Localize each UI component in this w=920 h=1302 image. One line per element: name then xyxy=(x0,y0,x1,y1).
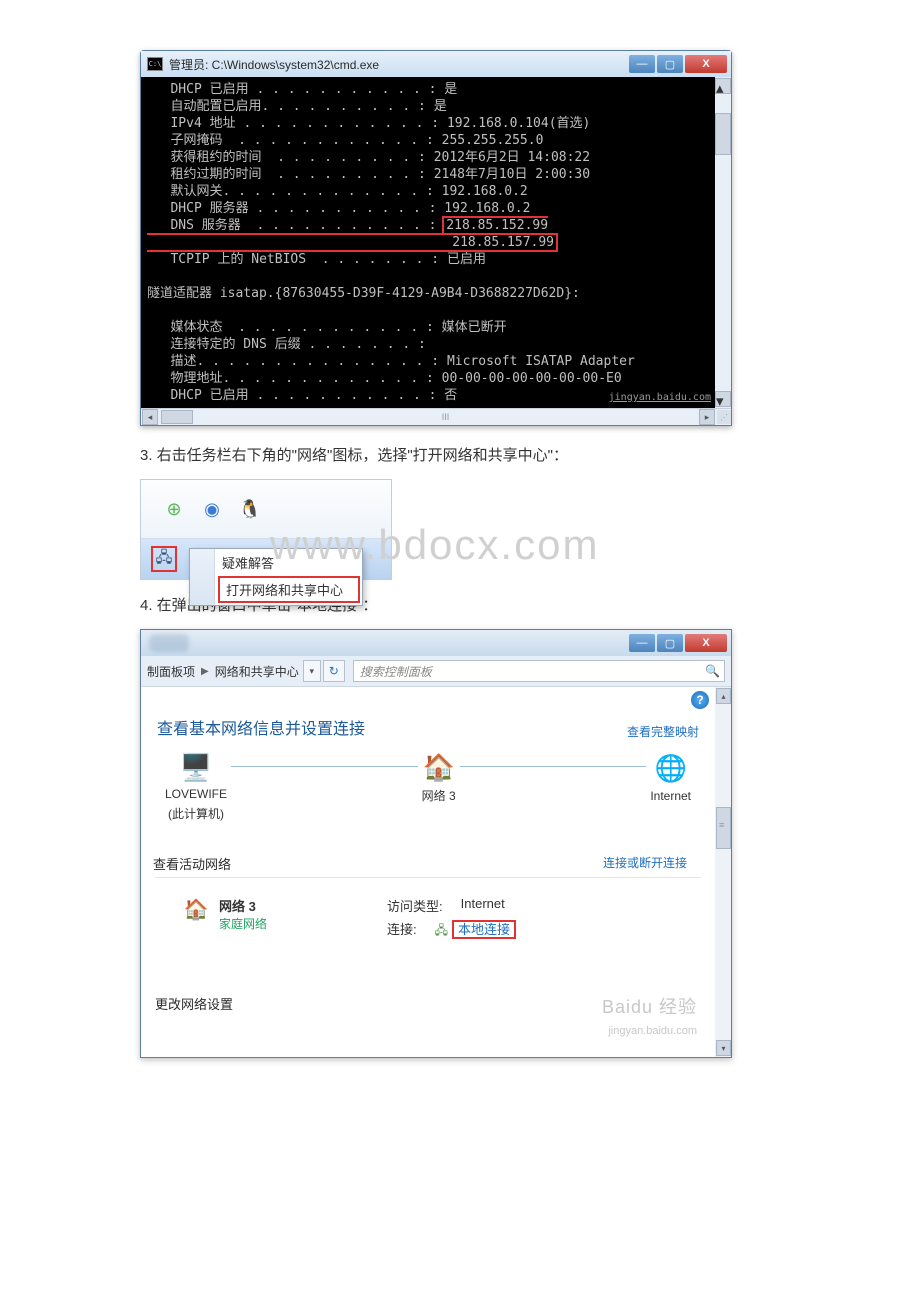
scroll-left-icon[interactable]: ◂ xyxy=(142,409,158,425)
menu-item-troubleshoot[interactable]: 疑难解答 xyxy=(190,549,362,576)
network-center-window: — ▢ X 制面板项 ▶ 网络和共享中心 ▾ ↻ 搜索控制面板 🔍 ? 查看基本… xyxy=(140,629,732,1058)
breadcrumb[interactable]: 制面板项 ▶ 网络和共享中心 xyxy=(147,663,299,680)
scroll-up-icon[interactable]: ▴ xyxy=(716,688,731,704)
search-placeholder: 搜索控制面板 xyxy=(360,663,432,680)
cmd-output: DHCP 已启用 . . . . . . . . . . . : 是 自动配置已… xyxy=(141,77,715,408)
scroll-down-icon[interactable]: ▾ xyxy=(715,391,731,407)
close-button[interactable]: X xyxy=(685,55,727,73)
chevron-right-icon: ▶ xyxy=(201,666,209,677)
network-map: 🖥️ LOVEWIFE (此计算机) 🏠 网络 3 🌐 Internet xyxy=(165,751,691,822)
breadcrumb-dropdown[interactable]: ▾ xyxy=(303,660,321,682)
maximize-button[interactable]: ▢ xyxy=(657,55,683,73)
network-name: 网络 3 xyxy=(219,896,267,915)
house-icon: 🏠 xyxy=(423,751,455,783)
watermark-text: jingyan.baidu.com xyxy=(609,389,711,406)
watermark-text: jingyan.baidu.com xyxy=(608,1025,697,1037)
network-tray-icon[interactable]: 🖧 xyxy=(151,546,177,572)
menu-item-open-network-center[interactable]: 打开网络和共享中心 xyxy=(218,576,360,603)
address-bar: 制面板项 ▶ 网络和共享中心 ▾ ↻ 搜索控制面板 🔍 xyxy=(141,656,731,687)
globe-icon: 🌐 xyxy=(655,753,687,785)
close-button[interactable]: X xyxy=(685,634,727,652)
access-type-label: 访问类型: xyxy=(387,896,443,915)
resize-grip-icon[interactable]: ⋰ xyxy=(717,410,731,424)
cmd-window: C:\ 管理员: C:\Windows\system32\cmd.exe — ▢… xyxy=(140,50,732,426)
cmd-icon: C:\ xyxy=(147,57,163,71)
maximize-button[interactable]: ▢ xyxy=(657,634,683,652)
generic-tray-icon: ◉ xyxy=(201,498,223,520)
breadcrumb-item[interactable]: 制面板项 xyxy=(147,663,195,680)
access-type-value: Internet xyxy=(461,896,505,915)
lan-icon: 🖧 xyxy=(435,923,448,937)
connection-label: 连接: xyxy=(387,919,417,942)
scroll-thumb[interactable] xyxy=(715,113,731,155)
section-heading: 查看基本网络信息并设置连接 xyxy=(157,715,701,739)
scroll-thumb[interactable] xyxy=(716,807,731,849)
node-this-pc: 🖥️ LOVEWIFE (此计算机) xyxy=(165,751,227,822)
hscroll-thumb[interactable] xyxy=(161,410,193,424)
step-3-text: 3. 右击任务栏右下角的"网络"图标，选择"打开网络和共享中心"： xyxy=(140,444,780,465)
action-center-icon: ⊕ xyxy=(163,498,185,520)
breadcrumb-item[interactable]: 网络和共享中心 xyxy=(215,663,299,680)
context-menu: 疑难解答 打开网络和共享中心 xyxy=(189,548,363,606)
nc-titlebar: — ▢ X xyxy=(141,630,731,656)
scroll-up-icon[interactable]: ▴ xyxy=(715,78,731,94)
computer-icon: 🖥️ xyxy=(180,751,212,783)
refresh-button[interactable]: ↻ xyxy=(323,660,345,682)
watermark-text: Baidu 经验 xyxy=(602,993,697,1019)
cmd-title: 管理员: C:\Windows\system32\cmd.exe xyxy=(169,56,627,73)
connect-disconnect-link[interactable]: 连接或断开连接 xyxy=(603,854,687,873)
nc-content: ? 查看基本网络信息并设置连接 查看完整映射 🖥️ LOVEWIFE (此计算机… xyxy=(141,687,715,1057)
local-connection-link[interactable]: 本地连接 xyxy=(452,920,516,939)
scroll-right-icon[interactable]: ▸ xyxy=(699,409,715,425)
horizontal-scrollbar[interactable]: ◂ III ▸ ⋰ xyxy=(141,408,731,425)
minimize-button[interactable]: — xyxy=(629,634,655,652)
vertical-scrollbar[interactable]: ▴ ▾ xyxy=(715,77,731,408)
tray-screenshot: ⊕ ◉ 🐧 🖧 🔊 疑难解答 打开网络和共享中心 xyxy=(140,479,392,580)
help-icon[interactable]: ? xyxy=(691,691,709,709)
cmd-titlebar: C:\ 管理员: C:\Windows\system32\cmd.exe — ▢… xyxy=(141,51,731,77)
subsection-heading: 查看活动网络 xyxy=(153,854,231,873)
minimize-button[interactable]: — xyxy=(629,55,655,73)
search-input[interactable]: 搜索控制面板 🔍 xyxy=(353,660,725,682)
view-full-map-link[interactable]: 查看完整映射 xyxy=(627,723,699,740)
home-network-icon: 🏠 xyxy=(183,896,209,922)
scroll-down-icon[interactable]: ▾ xyxy=(716,1040,731,1056)
home-network-link[interactable]: 家庭网络 xyxy=(219,915,267,932)
node-internet: 🌐 Internet xyxy=(650,753,691,821)
active-network-row: 🏠 网络 3 家庭网络 访问类型: Internet 连接: 🖧 本地连接 xyxy=(155,896,701,946)
qq-icon: 🐧 xyxy=(239,498,261,520)
search-icon: 🔍 xyxy=(705,664,720,678)
node-network: 🏠 网络 3 xyxy=(422,751,456,822)
vertical-scrollbar[interactable]: ▴ ▾ xyxy=(715,687,731,1057)
